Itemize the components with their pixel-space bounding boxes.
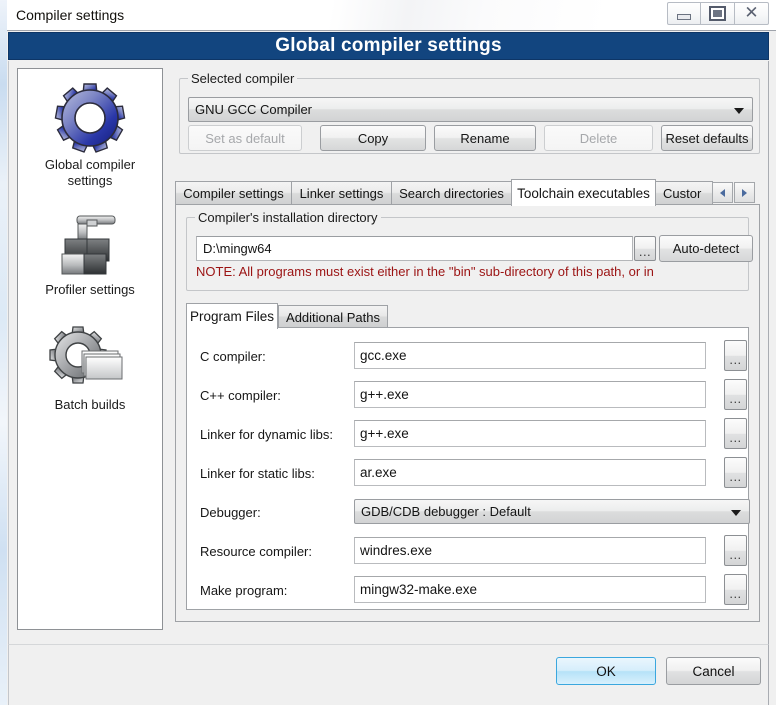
make-program-browse-button[interactable]: ... [724,574,747,605]
dynamic-linker-value: g++.exe [360,426,409,441]
c-compiler-label: C compiler: [200,349,266,364]
make-program-value: mingw32-make.exe [360,582,478,597]
install-directory-group: Compiler's installation directory D:\min… [186,210,753,291]
window-title: Compiler settings [16,7,125,23]
dynamic-linker-browse-button[interactable]: ... [724,418,747,449]
dynamic-linker-label: Linker for dynamic libs: [200,427,333,442]
install-directory-group-title: Compiler's installation directory [195,210,381,225]
ellipsis-icon: ... [729,430,742,445]
settings-tabstrip: Compiler settings Linker settings Search… [175,179,760,206]
delete-button[interactable]: Delete [544,125,653,151]
close-icon: ✕ [744,3,759,23]
close-button[interactable]: ✕ [735,2,769,25]
tab-scroll-right-button[interactable] [734,182,755,203]
reset-defaults-button[interactable]: Reset defaults [661,125,753,151]
resource-compiler-browse-button[interactable]: ... [724,535,747,566]
restore-icon [709,6,726,21]
static-linker-browse-button[interactable]: ... [724,457,747,488]
c-compiler-input[interactable]: gcc.exe [354,342,706,369]
profiler-icon [18,204,162,282]
sidebar-item-profiler-settings[interactable]: Profiler settings [18,204,162,298]
copy-button[interactable]: Copy [320,125,426,151]
scroll-left-icon [720,188,725,197]
set-as-default-button[interactable]: Set as default [188,125,302,151]
restore-button[interactable] [701,2,735,25]
chevron-down-icon [731,509,741,516]
window-left-edge-strip [0,0,7,705]
static-linker-input[interactable]: ar.exe [354,459,706,486]
cpp-compiler-input[interactable]: g++.exe [354,381,706,408]
ellipsis-icon: ... [729,547,742,562]
rename-button[interactable]: Rename [434,125,536,151]
settings-sidebar: Global compiler settings Profiler settin… [17,68,163,630]
cancel-button[interactable]: Cancel [666,657,761,685]
resource-compiler-value: windres.exe [360,543,433,558]
sidebar-item-batch-builds[interactable]: Batch builds [18,319,162,413]
install-directory-input[interactable]: D:\mingw64 [196,236,633,261]
program-files-panel: C compiler: gcc.exe ... C++ compiler: g+… [186,327,750,610]
auto-detect-button[interactable]: Auto-detect [659,235,753,262]
tab-custom[interactable]: Custor [655,181,713,205]
scroll-right-icon [742,188,747,197]
toolchain-executables-panel: Compiler's installation directory D:\min… [175,204,760,622]
window-controls: ✕ [667,2,769,26]
page-title: Global compiler settings [275,35,502,56]
install-directory-note: NOTE: All programs must exist either in … [196,264,654,279]
minimize-icon [677,13,691,20]
selected-compiler-group-title: Selected compiler [188,71,298,86]
static-linker-value: ar.exe [360,465,397,480]
settings-content: Selected compiler GNU GCC Compiler Set a… [171,68,760,630]
compiler-select[interactable]: GNU GCC Compiler [188,97,753,122]
ok-button[interactable]: OK [556,657,656,685]
ellipsis-icon: ... [729,586,742,601]
sidebar-item-global-compiler-settings[interactable]: Global compiler settings [18,79,162,189]
install-directory-value: D:\mingw64 [203,241,272,256]
ellipsis-icon: ... [638,244,652,259]
batch-build-icon [18,319,162,397]
title-bar: Compiler settings ✕ [7,0,776,31]
selected-compiler-group: Selected compiler GNU GCC Compiler Set a… [179,71,760,154]
page-header-band: Global compiler settings [8,32,769,60]
debugger-label: Debugger: [200,505,261,520]
resource-compiler-input[interactable]: windres.exe [354,537,706,564]
compiler-select-value: GNU GCC Compiler [195,102,313,117]
minimize-button[interactable] [667,2,701,25]
tab-compiler-settings[interactable]: Compiler settings [175,181,292,205]
ellipsis-icon: ... [729,391,742,406]
ellipsis-icon: ... [729,352,742,367]
cpp-compiler-value: g++.exe [360,387,409,402]
tab-scroll-left-button[interactable] [712,182,733,203]
tab-linker-settings[interactable]: Linker settings [291,181,392,205]
debugger-select[interactable]: GDB/CDB debugger : Default [354,499,750,524]
make-program-input[interactable]: mingw32-make.exe [354,576,706,603]
sidebar-item-label: Profiler settings [45,282,135,297]
blue-gear-icon [18,79,162,157]
make-program-label: Make program: [200,583,288,598]
install-directory-browse-button[interactable]: ... [634,236,656,261]
tab-toolchain-executables[interactable]: Toolchain executables [511,179,656,206]
debugger-value: GDB/CDB debugger : Default [361,504,531,519]
sidebar-item-label: Global compiler settings [44,157,136,188]
c-compiler-browse-button[interactable]: ... [724,340,747,371]
dynamic-linker-input[interactable]: g++.exe [354,420,706,447]
static-linker-label: Linker for static libs: [200,466,315,481]
chevron-down-icon [734,107,744,114]
c-compiler-value: gcc.exe [360,348,407,363]
tab-program-files[interactable]: Program Files [186,303,278,329]
tab-search-directories[interactable]: Search directories [391,181,512,205]
resource-compiler-label: Resource compiler: [200,544,312,559]
tab-additional-paths[interactable]: Additional Paths [278,305,388,328]
cpp-compiler-label: C++ compiler: [200,388,281,403]
dialog-body: Global compiler settings Profiler settin… [8,61,769,644]
ellipsis-icon: ... [729,469,742,484]
dialog-footer: OK Cancel [8,644,769,705]
program-files-tabstrip: Program Files Additional Paths [186,303,749,329]
compiler-settings-window: Compiler settings ✕ Global compiler sett… [0,0,776,705]
cpp-compiler-browse-button[interactable]: ... [724,379,747,410]
